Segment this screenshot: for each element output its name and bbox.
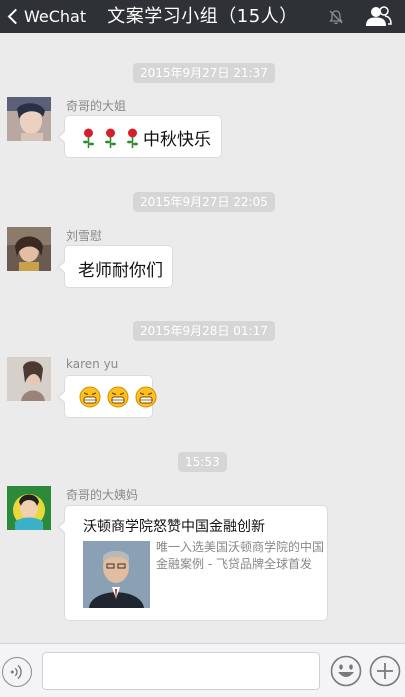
card-title: 沃顿商学院怒赞中国金融创新: [83, 519, 265, 535]
avatar[interactable]: [7, 486, 51, 530]
article-thumbnail: [83, 541, 150, 608]
avatar[interactable]: [7, 97, 51, 141]
sender-name: karen yu: [66, 357, 119, 371]
message-bubble[interactable]: 老师耐你们: [57, 245, 173, 288]
message-text: 中秋快乐: [143, 130, 211, 150]
avatar[interactable]: [7, 357, 51, 401]
navigation-bar: WeChat 文案学习小组（15人）: [0, 0, 405, 33]
grin-emoji-icon: [107, 386, 129, 408]
sender-name: 刘雪慰: [66, 229, 103, 243]
message-input[interactable]: [42, 652, 320, 690]
timestamp: 2015年9月27日 22:05: [133, 192, 275, 212]
mute-bell-icon: [329, 10, 343, 25]
message-text: 老师耐你们: [78, 261, 163, 281]
rose-icon: [82, 128, 95, 148]
grin-emoji-icon: [79, 386, 101, 408]
timestamp: 2015年9月27日 21:37: [133, 63, 275, 83]
timestamp: 15:53: [178, 452, 227, 472]
rose-icon: [126, 128, 139, 148]
voice-icon[interactable]: [2, 657, 32, 687]
card-description: 唯一入选美国沃顿商学院的中国金融案例 - 飞贷品牌全球首发: [156, 540, 325, 571]
rose-icon: [104, 128, 117, 148]
chevron-left-icon: [7, 8, 24, 25]
grin-emoji-icon: [135, 386, 157, 408]
timestamp: 2015年9月28日 01:17: [133, 321, 275, 341]
back-button[interactable]: WeChat: [4, 0, 86, 33]
message-bubble[interactable]: [57, 375, 157, 418]
sender-name: 奇哥的大姨妈: [66, 488, 139, 502]
avatar[interactable]: [7, 227, 51, 271]
emoji-icon[interactable]: [330, 655, 362, 687]
sender-name: 奇哥的大姐: [66, 99, 127, 113]
plus-icon[interactable]: [369, 655, 401, 687]
input-bar: [0, 643, 405, 697]
link-card[interactable]: 沃顿商学院怒赞中国金融创新 唯一入选美国沃顿商学院的中国金融案例 - 飞贷品牌全…: [57, 505, 328, 621]
message-bubble[interactable]: 中秋快乐: [57, 115, 222, 158]
group-members-icon[interactable]: [364, 4, 392, 28]
chat-history[interactable]: 2015年9月27日 21:37 奇哥的大姐 中秋快乐 2015年9月27日 2…: [0, 33, 405, 643]
back-label: WeChat: [24, 7, 87, 26]
